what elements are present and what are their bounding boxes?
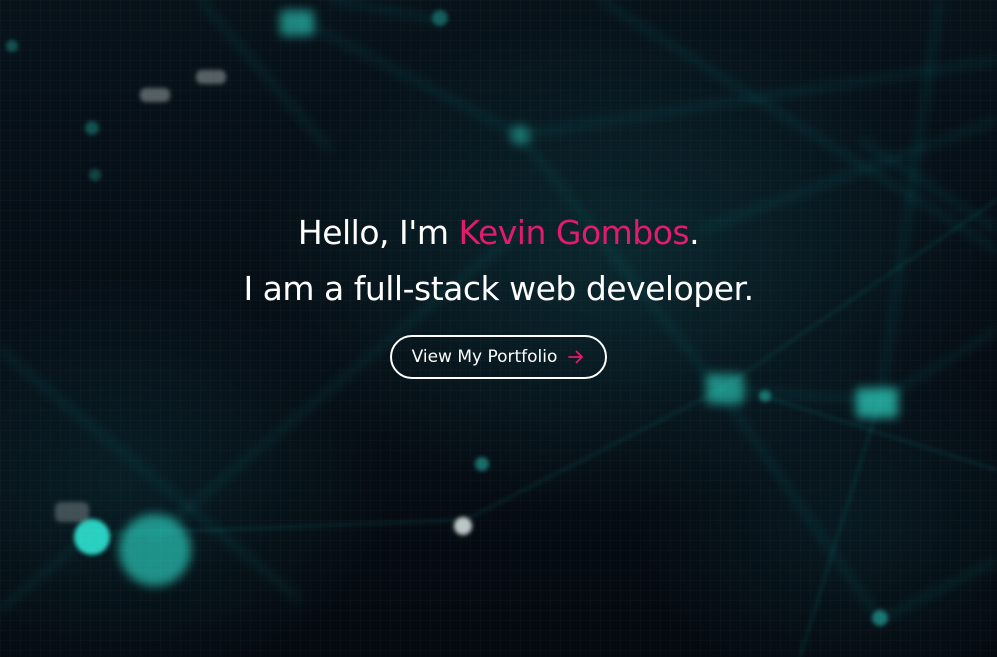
view-portfolio-button[interactable]: View My Portfolio <box>389 335 608 379</box>
hero-content: Hello, I'm Kevin Gombos. I am a full-sta… <box>0 205 997 379</box>
greeting-prefix: Hello, I'm <box>297 213 459 252</box>
developer-name: Kevin Gombos <box>458 213 690 252</box>
greeting-heading: Hello, I'm Kevin Gombos. <box>0 205 997 261</box>
greeting-suffix: . <box>689 213 700 252</box>
arrow-right-icon <box>568 350 584 364</box>
hero-section: Hello, I'm Kevin Gombos. I am a full-sta… <box>0 0 997 657</box>
view-portfolio-label: View My Portfolio <box>411 347 558 367</box>
tagline: I am a full-stack web developer. <box>243 269 754 308</box>
